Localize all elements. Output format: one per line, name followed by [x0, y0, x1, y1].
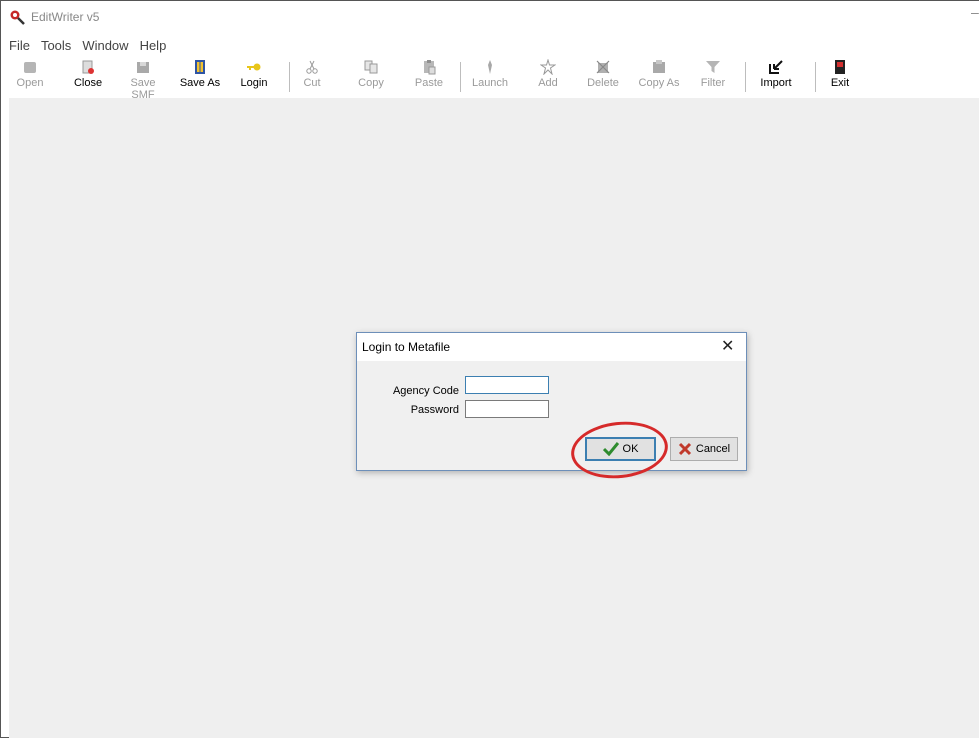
paste-label: Paste [414, 77, 444, 89]
paste-icon [424, 60, 436, 75]
open-button[interactable]: Open [15, 56, 45, 96]
add-button[interactable]: Add [535, 56, 561, 96]
minimize-button[interactable]: – [971, 4, 979, 20]
open-label: Open [16, 77, 44, 89]
agency-code-input[interactable] [465, 376, 549, 394]
toolbar-separator [745, 62, 746, 92]
save-as-label: Save As [179, 77, 221, 89]
close-button[interactable]: Close [72, 56, 104, 96]
copy-as-icon [653, 60, 665, 73]
delete-icon [596, 60, 610, 74]
add-icon [540, 59, 556, 75]
open-folder-icon [24, 62, 36, 73]
cancel-button[interactable]: Cancel [670, 437, 738, 461]
delete-button[interactable]: Delete [584, 56, 622, 96]
save-smf-button[interactable]: Save SMF [119, 56, 167, 101]
copy-label: Copy [358, 77, 384, 89]
import-icon [769, 60, 783, 74]
cut-button[interactable]: Cut [299, 56, 325, 96]
menu-window[interactable]: Window [82, 38, 128, 56]
dialog-title-bar: Login to Metafile ✕ [357, 333, 746, 361]
save-as-icon [195, 60, 205, 74]
exit-door-icon [835, 60, 845, 74]
import-label: Import [760, 77, 792, 89]
close-file-icon [82, 60, 94, 74]
login-dialog: Login to Metafile ✕ Agency Code Password… [356, 332, 747, 471]
key-icon [247, 63, 261, 71]
save-smf-icon [137, 62, 149, 73]
filter-icon [706, 61, 720, 73]
password-label: Password [410, 404, 459, 416]
login-button[interactable]: Login [237, 56, 271, 96]
close-label: Close [73, 77, 103, 89]
copy-button[interactable]: Copy [355, 56, 387, 96]
cut-label: Cut [303, 77, 321, 89]
scissors-icon [306, 60, 318, 74]
cancel-label: Cancel [695, 443, 731, 455]
toolbar-separator [815, 62, 816, 92]
menu-bar: File Tools Window Help [9, 38, 177, 56]
login-label: Login [240, 77, 268, 89]
toolbar: Open Close Save SMF Save As Login Cut Co… [9, 56, 979, 101]
copy-as-label: Copy As [638, 77, 680, 89]
paste-button[interactable]: Paste [412, 56, 446, 96]
window-title: EditWriter v5 [31, 10, 100, 24]
menu-help[interactable]: Help [140, 38, 167, 56]
password-input[interactable] [465, 400, 549, 418]
toolbar-separator [460, 62, 461, 92]
agency-code-label: Agency Code [392, 385, 459, 397]
filter-button[interactable]: Filter [698, 56, 728, 96]
filter-label: Filter [700, 77, 726, 89]
exit-button[interactable]: Exit [827, 56, 853, 96]
app-logo-icon [10, 10, 25, 25]
title-bar: EditWriter v5 – [9, 4, 979, 28]
cancel-x-icon [678, 442, 691, 456]
menu-file[interactable]: File [9, 38, 30, 56]
launch-label: Launch [471, 77, 509, 89]
add-label: Add [538, 77, 558, 89]
menu-tools[interactable]: Tools [41, 38, 71, 56]
copy-icon [364, 60, 378, 74]
dialog-title: Login to Metafile [362, 340, 451, 354]
save-as-button[interactable]: Save As [178, 56, 222, 96]
exit-label: Exit [830, 77, 850, 89]
launch-button[interactable]: Launch [470, 56, 510, 96]
toolbar-separator [289, 62, 290, 92]
delete-label: Delete [587, 77, 619, 89]
copy-as-button[interactable]: Copy As [636, 56, 682, 96]
launch-icon [488, 60, 492, 74]
import-button[interactable]: Import [757, 56, 795, 96]
dialog-close-button[interactable]: ✕ [721, 336, 734, 356]
